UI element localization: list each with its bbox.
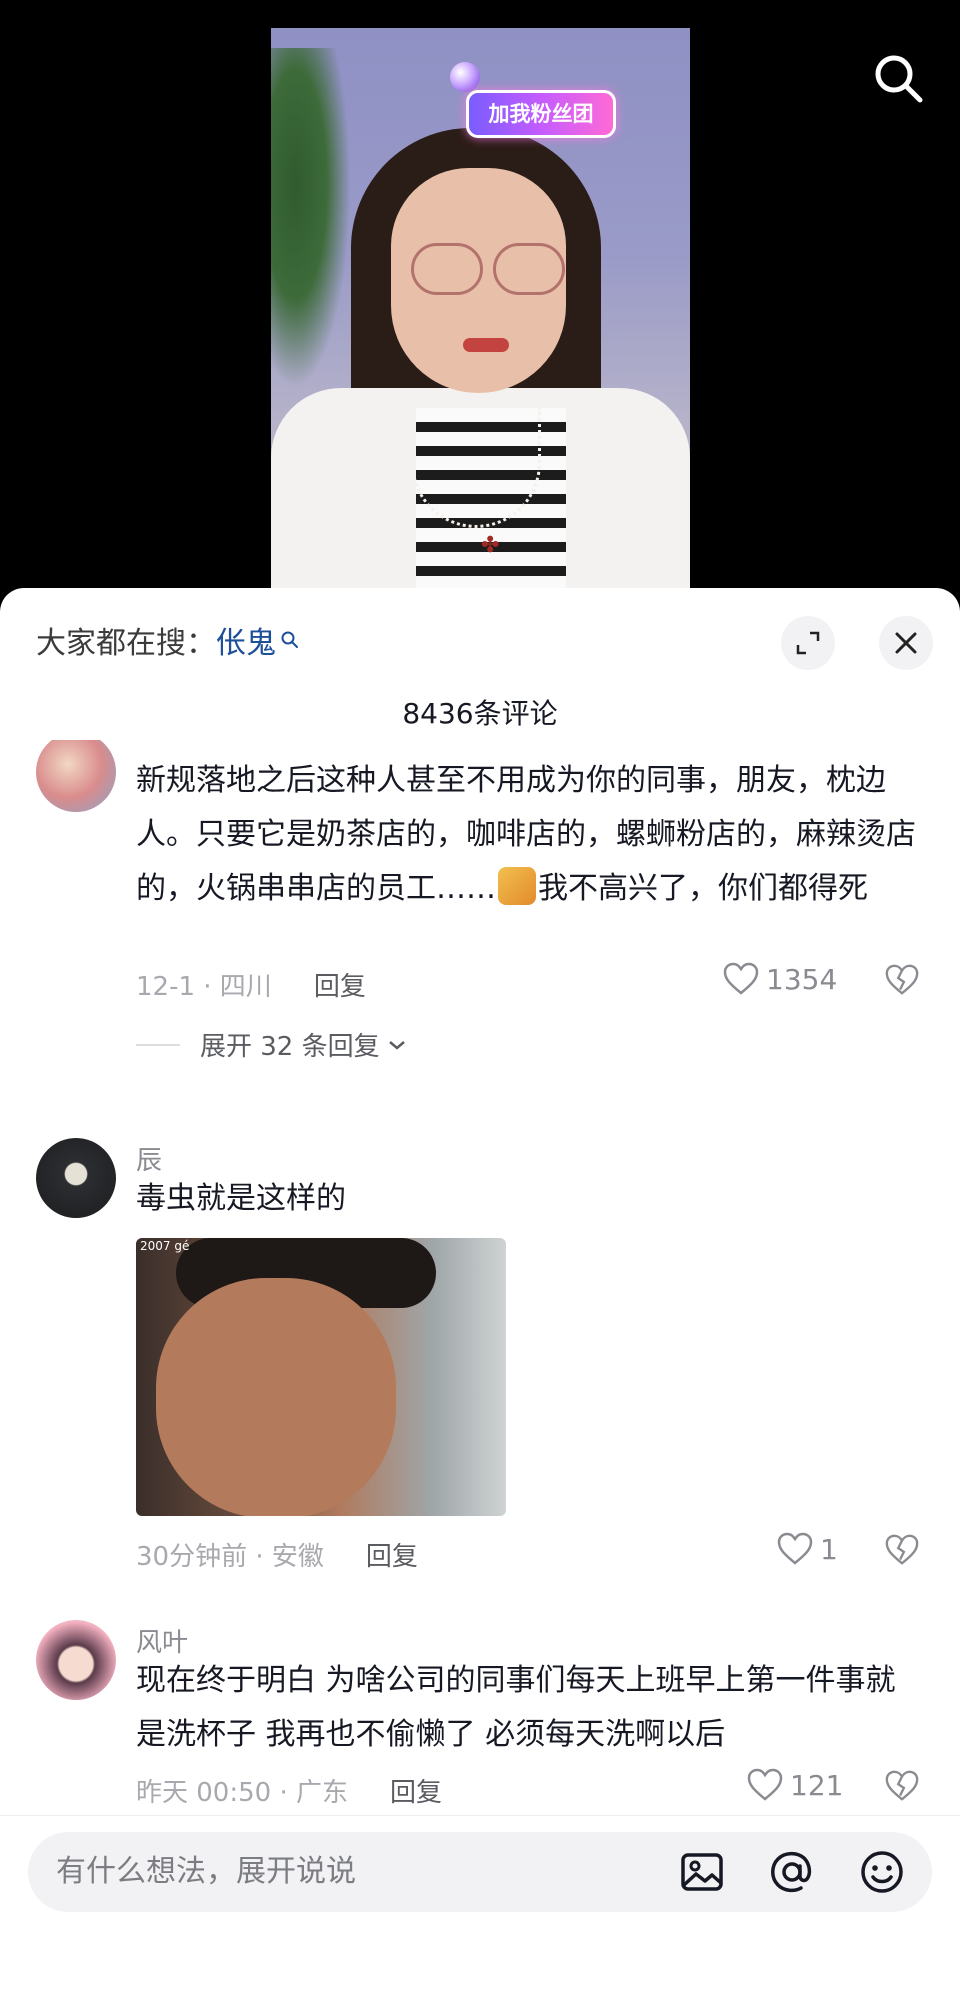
comment-meta: 昨天 00:50 · 广东 回复 [136, 1772, 442, 1809]
hot-search-label: 大家都在搜： [36, 626, 216, 661]
meme-image[interactable]: 2007 gé [136, 1238, 506, 1516]
glasses-left [411, 243, 483, 295]
comment-text-part: 我不高兴了，你们都得死 [538, 871, 868, 906]
chevron-down-icon [388, 1040, 405, 1050]
expand-button[interactable] [781, 616, 835, 670]
heart-icon [723, 962, 759, 995]
emoji-icon[interactable] [858, 1848, 906, 1896]
expand-replies-label: 展开 32 条回复 [200, 1032, 380, 1062]
meme-corner-text: 2007 gé [140, 1239, 190, 1253]
search-icon[interactable] [870, 50, 926, 106]
comment-meta: 30分钟前 · 安徽 回复 [136, 1536, 418, 1573]
reply-button[interactable]: 回复 [314, 966, 366, 1003]
close-icon [895, 632, 917, 654]
time-location: 30分钟前 · 安徽 [136, 1542, 324, 1572]
meme-face [156, 1278, 396, 1516]
comment-list[interactable]: 新规落地之后这种人甚至不用成为你的同事，朋友，枕边人。只要它是奶茶店的，咖啡店的… [0, 740, 960, 1828]
like-count: 1354 [766, 962, 838, 996]
pendant-icon: ✤ [481, 533, 500, 558]
comment-meta: 12-1 · 四川 回复 [136, 966, 366, 1003]
heart-icon [777, 1532, 813, 1565]
like-button[interactable]: 121 [746, 1768, 843, 1802]
expand-replies-button[interactable]: 展开 32 条回复 [136, 1026, 408, 1063]
comment-input-placeholder: 有什么想法，展开说说 [56, 1854, 356, 1889]
comment-text: 毒虫就是这样的 [136, 1181, 346, 1216]
time-location: 12-1 · 四川 [136, 972, 272, 1002]
heart-icon [747, 1768, 783, 1801]
comment-text: 新规落地之后这种人甚至不用成为你的同事，朋友，枕边人。只要它是奶茶店的，咖啡店的… [136, 754, 916, 916]
comment-input[interactable]: 有什么想法，展开说说 [28, 1832, 932, 1912]
background-plant [271, 48, 351, 388]
disco-ball-icon [450, 62, 480, 92]
presenter-lips [463, 338, 509, 352]
bear-sticker-icon [498, 866, 536, 905]
search-small-icon [281, 631, 298, 648]
comment-text: 现在终于明白 为啥公司的同事们每天上班早上第一件事就是洗杯子 我再也不偷懒了 必… [136, 1663, 896, 1752]
broken-heart-icon[interactable] [884, 1769, 920, 1803]
image-icon[interactable] [678, 1848, 726, 1896]
comment-sheet: 大家都在搜： 伥鬼 8436条评论 新规落地之后这种人甚至不用成为你的同事，朋友… [0, 588, 960, 1999]
like-button[interactable]: 1354 [722, 962, 837, 996]
reply-button[interactable]: 回复 [366, 1536, 418, 1573]
divider-line [136, 1043, 180, 1046]
close-button[interactable] [879, 616, 933, 670]
fullscreen-icon [796, 631, 820, 655]
time-location: 昨天 00:50 · 广东 [136, 1778, 348, 1808]
avatar[interactable] [36, 1138, 116, 1218]
comment-input-bar: 有什么想法，展开说说 [0, 1815, 960, 1999]
comment-count: 8436条评论 [402, 697, 558, 730]
reply-button[interactable]: 回复 [390, 1772, 442, 1809]
at-icon[interactable] [768, 1848, 816, 1896]
like-count: 1 [820, 1532, 838, 1566]
broken-heart-icon[interactable] [884, 1533, 920, 1567]
like-count: 121 [790, 1768, 844, 1802]
avatar[interactable] [36, 1620, 116, 1700]
join-fan-club-badge[interactable]: 加我粉丝团 [466, 90, 616, 138]
glasses-right [493, 243, 565, 295]
hot-search-keyword[interactable]: 伥鬼 [216, 618, 276, 662]
like-button[interactable]: 1 [776, 1532, 838, 1566]
broken-heart-icon[interactable] [884, 963, 920, 997]
avatar[interactable] [36, 740, 116, 812]
video-player[interactable]: ✤ 加我粉丝团 [0, 0, 960, 600]
hot-search[interactable]: 大家都在搜： 伥鬼 [36, 618, 300, 662]
